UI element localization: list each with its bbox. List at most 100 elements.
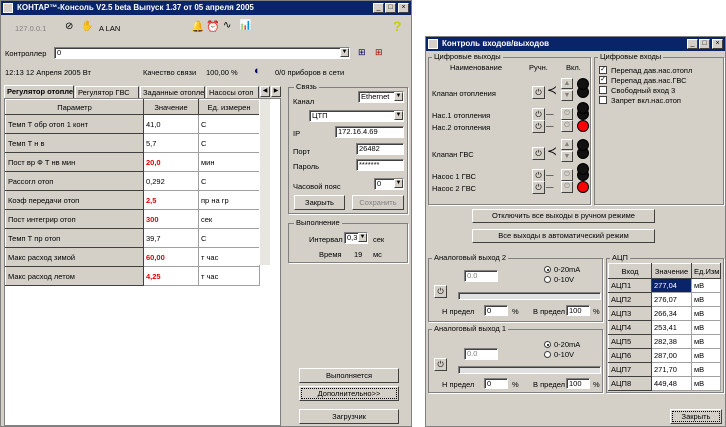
ao1-n-input[interactable]: 0 [484, 378, 508, 389]
manual-power-button[interactable]: ⏻ [532, 86, 545, 99]
valve-down-button[interactable]: ▼ [561, 90, 573, 101]
col-header-value[interactable]: Значение [143, 99, 199, 115]
io-title-bar[interactable]: Контроль входов/выходов [426, 37, 725, 51]
interval-dropdown-icon[interactable]: ▼ [358, 233, 367, 242]
ao2-v-input[interactable]: 100 [566, 305, 590, 316]
manual-power-button[interactable]: ⏻ [532, 147, 545, 160]
tab-heating-regulator[interactable]: Регулятор отопле [4, 85, 74, 98]
ao1-radio-20ma[interactable] [544, 341, 551, 348]
param-value[interactable]: 39,7 [143, 228, 199, 248]
table-row[interactable]: Коэф передачи отоп 2,5 пр на гр [5, 190, 260, 210]
io-close-button[interactable]: × [712, 39, 723, 49]
digital-in-checkbox[interactable] [599, 86, 607, 94]
ao1-v-input[interactable]: 100 [566, 378, 590, 389]
param-value[interactable]: 2,5 [143, 190, 199, 210]
param-value[interactable]: 5,7 [143, 133, 199, 153]
settings-icon[interactable]: ⊞ [375, 47, 383, 58]
table-scrollbar[interactable] [259, 99, 270, 265]
loader-button[interactable]: Загрузчик [299, 409, 399, 424]
password-input[interactable]: ******* [356, 159, 404, 171]
hand-icon[interactable]: ✋ [81, 21, 93, 32]
table-row[interactable]: Макс расход зимой 60,00 т час [5, 247, 260, 267]
more-button[interactable]: Дополнительно>> [299, 386, 399, 401]
controller-select[interactable]: 0 [54, 47, 350, 59]
tab-hws-regulator[interactable]: Регулятор ГВС [75, 86, 139, 98]
param-value[interactable]: 20,0 [143, 152, 199, 172]
manual-power-button[interactable]: ⏻ [532, 181, 545, 194]
maximize-button[interactable]: □ [385, 3, 396, 13]
tab-scroll-left[interactable]: ◀ [260, 86, 270, 97]
table-row[interactable]: Пост интегрир отоп 300 сек [5, 209, 260, 229]
bell-icon[interactable]: 🔔 [191, 20, 205, 33]
channel-dropdown-icon[interactable]: ▼ [394, 92, 403, 101]
io-close-dialog-button[interactable]: Закрыть [670, 409, 722, 424]
col-header-unit[interactable]: Ед. измерен [198, 99, 260, 115]
ao2-radio-20ma[interactable] [544, 266, 551, 273]
param-value[interactable]: 41,0 [143, 114, 199, 134]
all-manual-off-button[interactable]: Отключить все выходы в ручном режиме [472, 209, 655, 223]
close-button[interactable]: × [398, 3, 409, 13]
help-icon[interactable]: ? [393, 18, 402, 34]
tab-heating-setpoints[interactable]: Заданные отоплени [140, 86, 205, 98]
clock-icon[interactable]: ⊘ [65, 21, 73, 32]
minimize-button[interactable]: _ [373, 3, 384, 13]
adc-row[interactable]: АЦП8 449,48 мВ [608, 376, 721, 391]
table-row[interactable]: Рассогл отоп 0,292 С [5, 171, 260, 191]
io-minimize-button[interactable]: _ [687, 39, 698, 49]
valve-down-button[interactable]: ▼ [561, 151, 573, 162]
link-close-button[interactable]: Закрыть [294, 195, 345, 210]
timezone-dropdown-icon[interactable]: ▼ [394, 179, 403, 188]
alarm-clock-icon[interactable]: ⏰ [206, 20, 220, 33]
digital-in-checkbox[interactable] [599, 96, 607, 104]
adc-row[interactable]: АЦП6 287,00 мВ [608, 348, 721, 363]
ao2-power-button[interactable]: ⏻ [434, 285, 447, 298]
ao2-value-input[interactable]: 0.0 [464, 270, 498, 282]
valve-up-button[interactable]: ▲ [561, 78, 573, 89]
network-icon[interactable]: ⊞ [358, 47, 366, 58]
server-select[interactable]: ЦТП [309, 110, 404, 122]
ao1-slider[interactable] [458, 366, 601, 374]
server-dropdown-icon[interactable]: ▼ [394, 111, 403, 120]
param-value[interactable]: 60,00 [143, 247, 199, 267]
link-save-button[interactable]: Сохранить [352, 195, 404, 210]
table-row[interactable]: Темп Т обр отоп 1 конт 41,0 С [5, 114, 260, 134]
ip-input[interactable]: 172.16.4.69 [335, 126, 404, 138]
ao1-radio-10v[interactable] [544, 351, 551, 358]
adc-row[interactable]: АЦП5 282,38 мВ [608, 334, 721, 349]
adc-row[interactable]: АЦП2 276,07 мВ [608, 292, 721, 307]
manual-power-button[interactable]: ⏻ [532, 120, 545, 133]
table-row[interactable]: Макс расход летом 4,25 т час [5, 266, 260, 286]
valve-up-button[interactable]: ▲ [561, 139, 573, 150]
io-maximize-button[interactable]: □ [699, 39, 710, 49]
running-button[interactable]: Выполняется [299, 368, 399, 383]
chart-icon[interactable]: 📊 [239, 20, 251, 31]
adc-row[interactable]: АЦП1 277,04 мВ [608, 278, 721, 293]
output-toggle-button[interactable]: ⏻ [561, 120, 573, 132]
ao1-power-button[interactable]: ⏻ [434, 358, 447, 371]
table-row[interactable]: Пост вр Ф Т нв мин 20,0 мин [5, 152, 260, 172]
tab-scroll-right[interactable]: ▶ [271, 86, 281, 97]
adc-row[interactable]: АЦП4 253,41 мВ [608, 320, 721, 335]
ao2-slider[interactable] [458, 292, 601, 300]
digital-in-checkbox[interactable]: ✓ [599, 76, 607, 84]
port-input[interactable]: 26482 [356, 143, 404, 155]
controller-dropdown-icon[interactable]: ▼ [340, 48, 349, 57]
ao2-radio-10v[interactable] [544, 276, 551, 283]
param-value[interactable]: 4,25 [143, 266, 199, 286]
adc-col-input[interactable]: Вход [608, 263, 652, 279]
ao2-n-input[interactable]: 0 [484, 305, 508, 316]
output-toggle-button[interactable]: ⏻ [561, 169, 573, 181]
ao1-value-input[interactable]: 0.0 [464, 348, 498, 360]
graph-icon[interactable]: ∿ [223, 20, 231, 31]
digital-in-checkbox[interactable]: ✓ [599, 66, 607, 74]
output-toggle-button[interactable]: ⏻ [561, 108, 573, 120]
output-toggle-button[interactable]: ⏻ [561, 181, 573, 193]
adc-row[interactable]: АЦП7 271,70 мВ [608, 362, 721, 377]
adc-col-unit[interactable]: Ед.Изм [691, 263, 721, 279]
param-value[interactable]: 0,292 [143, 171, 199, 191]
table-row[interactable]: Темп Т пр отоп 39,7 С [5, 228, 260, 248]
all-auto-button[interactable]: Все выходы в автоматический режим [472, 229, 655, 243]
adc-row[interactable]: АЦП3 266,34 мВ [608, 306, 721, 321]
main-title-bar[interactable]: КОНТАР™-Консоль V2.5 beta Выпуск 1.37 от… [1, 1, 411, 15]
adc-col-value[interactable]: Значение [651, 263, 692, 279]
